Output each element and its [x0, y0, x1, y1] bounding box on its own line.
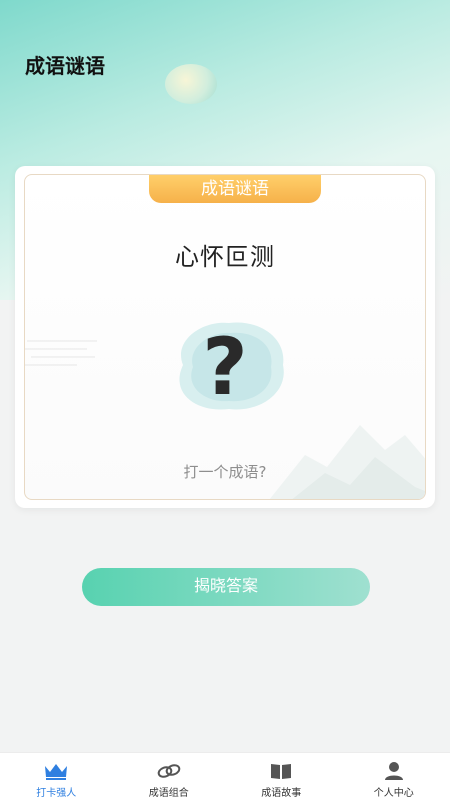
question-mark: ?: [202, 323, 248, 413]
tab-label: 个人中心: [373, 788, 414, 799]
page-title: 成语谜语: [25, 54, 105, 78]
riddle-text: 心怀叵测: [175, 243, 275, 271]
person-icon: [384, 762, 403, 780]
decorative-bubble: [165, 64, 217, 104]
link-icon: [157, 764, 181, 778]
riddle-hint: 打一个成语?: [183, 463, 267, 481]
reveal-answer-button[interactable]: 揭晓答案: [82, 568, 370, 606]
tab-label: 成语故事: [261, 788, 302, 799]
card-title-tab: 成语谜语: [149, 175, 321, 203]
tab-idiom-combo[interactable]: 成语组合: [113, 753, 226, 800]
riddle-card-frame: 心怀叵测 ? 打一个成语? 成语谜语: [24, 174, 426, 500]
crown-icon: [45, 764, 68, 780]
tab-label: 打卡强人: [36, 788, 77, 799]
tab-profile[interactable]: 个人中心: [338, 753, 450, 800]
tab-checkin[interactable]: 打卡强人: [0, 753, 113, 800]
tab-idiom-story[interactable]: 成语故事: [225, 753, 338, 800]
book-icon: [271, 764, 292, 779]
riddle-card: 心怀叵测 ? 打一个成语? 成语谜语: [15, 166, 435, 508]
tab-label: 成语组合: [148, 788, 189, 799]
bottom-tab-bar: 打卡强人 成语组合 成语故事 个人中心: [0, 752, 450, 800]
